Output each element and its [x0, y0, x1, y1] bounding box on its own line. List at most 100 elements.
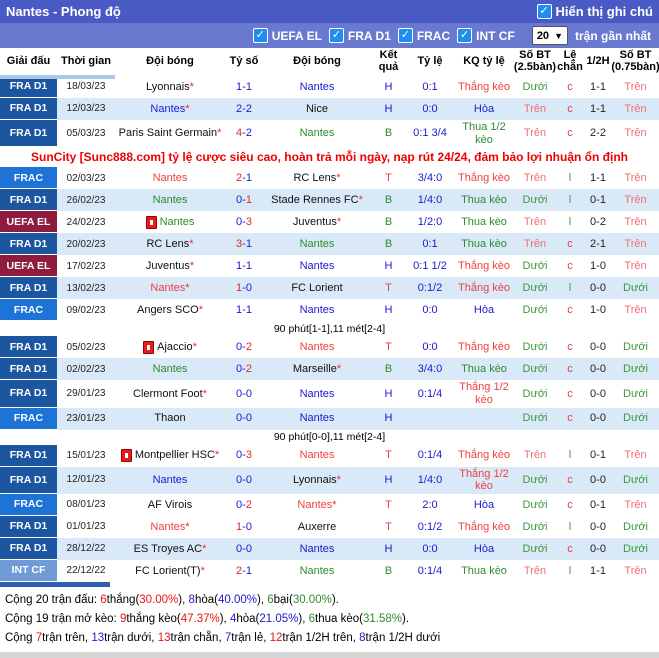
home-team: ES Troyes AC *	[115, 538, 225, 560]
match-date: 05/02/23	[66, 341, 106, 353]
match-row: FRA D1 12/03/23 Nantes * 2-2 Nice H 0:0 Hòa Trên c…	[0, 98, 659, 120]
handicap-odds-cell: 0:1/4	[417, 449, 443, 462]
summary-section: Cộng 20 trận đấu: 6thắng(30.00%), 8hòa(4…	[0, 586, 659, 650]
goals-2-5-cell: Dưới	[522, 412, 548, 425]
handicap-result-cell: Thua kèo	[461, 362, 507, 375]
home-advantage-star: *	[202, 542, 207, 555]
match-score: 0-2	[225, 494, 263, 516]
ad-banner[interactable]: SunCity [Sunc888.com] tỷ lệ cược siêu ca…	[0, 147, 659, 168]
match-score: 1-1	[225, 299, 263, 321]
team-name-text: Marseille	[292, 362, 337, 375]
header-underline	[0, 75, 115, 79]
filter-uefa-el[interactable]: ✓ UEFA EL	[252, 28, 322, 43]
result-cell: T	[385, 498, 392, 511]
home-team: FC Lorient(T) *	[115, 560, 225, 582]
league-badge: FRAC	[0, 299, 57, 322]
away-team-name: Nantes	[300, 81, 335, 94]
first-half-score-cell: 0-1	[590, 193, 606, 206]
summary-segment: 47.37%	[180, 612, 220, 625]
match-date: 24/02/23	[66, 216, 106, 228]
match-date: 12/03/23	[66, 103, 106, 115]
checkbox-checked-icon[interactable]: ✓	[252, 28, 268, 43]
home-team-name: Paris Saint Germain *	[119, 127, 222, 140]
team-name-text: Nantes	[299, 80, 335, 93]
handicap-result-cell: Thắng 1/2 kèo	[459, 467, 509, 493]
recent-matches-select[interactable]: 20 ▼	[531, 26, 568, 45]
handicap-result-cell: Thua kèo	[461, 564, 507, 577]
checkbox-checked-icon[interactable]: ✓	[536, 4, 552, 19]
result-cell: B	[384, 127, 393, 140]
away-team: Auxerre	[263, 516, 371, 538]
summary-segment: ),	[298, 612, 309, 625]
show-notes-toggle[interactable]: ✓ Hiển thị ghi chú	[536, 4, 654, 19]
odd-even-cell: c	[567, 387, 573, 400]
goals-0-75-cell: Trên	[624, 303, 647, 316]
match-score: 2-1	[225, 560, 263, 582]
home-team-name: Nantes *	[150, 282, 189, 295]
checkbox-checked-icon[interactable]: ✓	[457, 28, 473, 43]
home-team-name: Nantes	[145, 215, 194, 229]
home-team: Nantes *	[115, 277, 225, 299]
handicap-odds-cell: 0:0	[422, 340, 438, 353]
away-team: Nantes	[263, 233, 371, 255]
goals-0-75-cell: Trên	[624, 564, 647, 577]
match-row: FRA D1 05/03/23 Paris Saint Germain * 4-2 Nan…	[0, 120, 659, 148]
first-half-score-cell: 0-1	[590, 449, 606, 462]
goals-0-75-cell: Trên	[624, 449, 647, 462]
match-date: 01/01/23	[66, 521, 106, 533]
handicap-result-cell: Thắng kèo	[458, 80, 510, 93]
team-name-text: RC Lens	[146, 237, 190, 250]
match-date: 12/01/23	[66, 474, 106, 486]
team-name-text: Nantes	[299, 564, 335, 577]
summary-segment: ).	[402, 612, 410, 625]
goals-0-75-cell: Dưới	[623, 387, 648, 400]
summary-segment: 12	[269, 631, 283, 644]
goals-2-5-cell: Trên	[523, 564, 547, 577]
away-team-name: RC Lens *	[293, 172, 340, 185]
team-name-text: Nantes	[152, 193, 188, 206]
match-row: FRA D1 28/12/22 ES Troyes AC * 0-0 Nantes H 0:0…	[0, 537, 659, 560]
match-score: 0-0	[225, 467, 263, 494]
column-header: Số BT (2.5bàn)	[513, 49, 557, 73]
filter-fra-d1[interactable]: ✓ FRA D1	[328, 28, 391, 43]
team-name-text: RC Lens	[293, 171, 337, 184]
checkbox-checked-icon[interactable]: ✓	[328, 28, 344, 43]
home-advantage-star: *	[336, 473, 341, 486]
home-advantage-star: *	[336, 362, 342, 375]
checkbox-checked-icon[interactable]: ✓	[397, 28, 413, 43]
team-name-text: Nantes	[299, 237, 335, 250]
team-name-text: Angers SCO	[136, 303, 199, 316]
summary-segment: hòa(	[194, 593, 218, 606]
away-goals: 0	[245, 473, 252, 486]
goals-2-5-cell: Dưới	[522, 340, 548, 353]
summary-segment: ),	[256, 593, 268, 606]
handicap-result-cell	[454, 408, 514, 430]
odd-even-cell: c	[567, 542, 573, 555]
filter-frac[interactable]: ✓ FRAC	[397, 28, 450, 43]
goals-2-5-cell: Dưới	[522, 498, 548, 511]
show-notes-label: Hiển thị ghi chú	[555, 4, 654, 19]
team-name-text: Nantes	[299, 387, 335, 400]
match-score: 3-1	[225, 233, 263, 255]
handicap-odds-cell: 2:0	[422, 498, 438, 511]
league-badge: FRA D1	[0, 233, 57, 256]
league-badge: FRA D1	[0, 120, 57, 148]
handicap-odds-cell: 0:1 1/2	[413, 259, 447, 272]
home-team: Nantes	[115, 358, 225, 380]
filter-int-cf[interactable]: ✓ INT CF	[457, 28, 515, 43]
handicap-result-cell: Thua kèo	[461, 215, 507, 228]
result-cell: H	[384, 102, 393, 115]
odd-even-cell: l	[568, 449, 572, 462]
handicap-result-cell: Thắng kèo	[458, 449, 510, 462]
odd-even-cell: c	[567, 473, 573, 486]
away-goals: 1	[245, 303, 252, 316]
away-team: Nantes	[263, 445, 371, 467]
goals-0-75-cell: Dưới	[623, 520, 648, 533]
home-team-name: Nantes *	[150, 103, 189, 116]
match-row: FRA D1 18/03/23 Lyonnais * 1-1 Nantes H 0:1 Thắn…	[0, 76, 659, 98]
away-team-name: Nantes	[300, 260, 335, 273]
league-badge: FRA D1	[0, 358, 57, 381]
summary-segment: 13	[157, 631, 171, 644]
summary-segment: hòa(	[236, 612, 260, 625]
first-half-score-cell: 1-0	[590, 303, 606, 316]
